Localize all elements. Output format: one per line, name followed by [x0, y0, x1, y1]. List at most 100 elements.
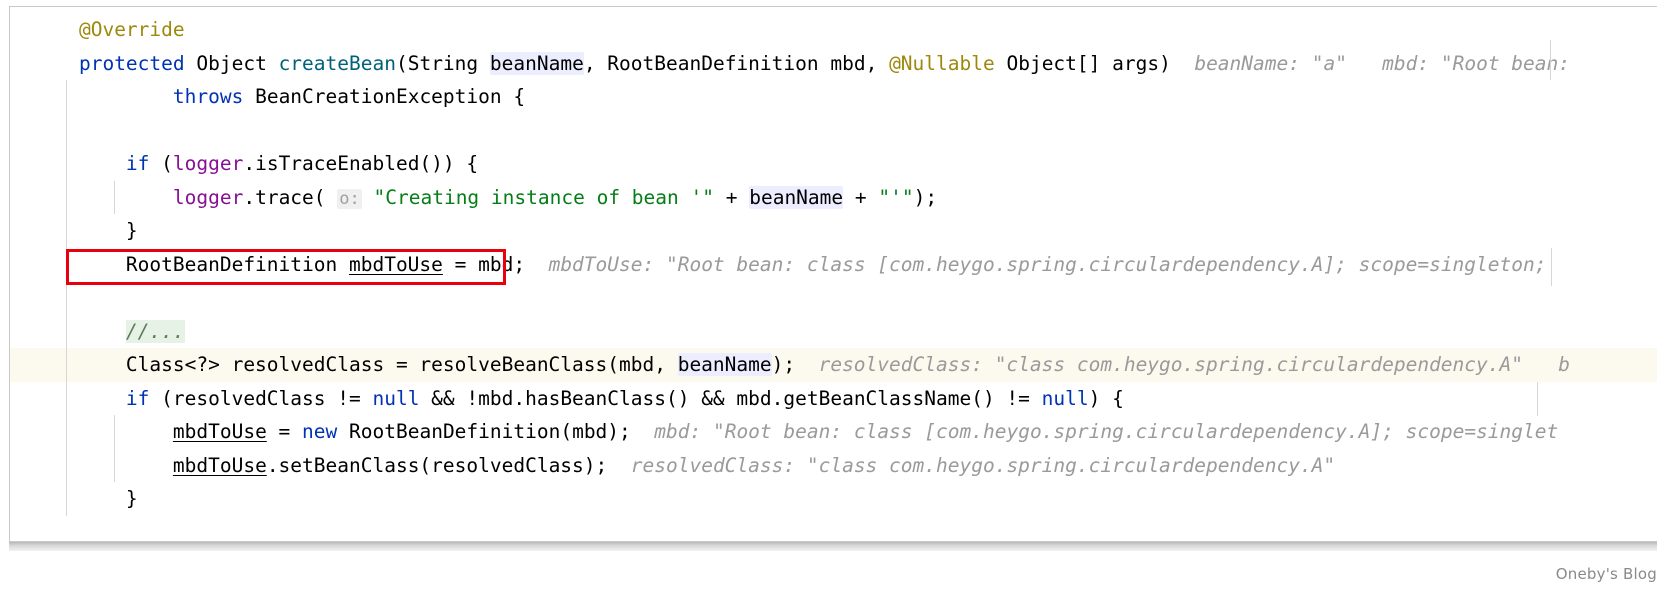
code-token: logger [172, 185, 244, 209]
code-token: ); [771, 353, 796, 376]
inlay-hint: mbdToUse: "Root bean: class [com.heygo.s… [525, 252, 1547, 276]
code-token: + [713, 185, 750, 209]
inlay-hint: resolvedClass: "class com.heygo.spring.c… [795, 353, 1570, 376]
code-token: "Creating instance of bean '" [373, 185, 714, 209]
code-token: = [266, 420, 303, 443]
indent-guide [66, 80, 67, 114]
code-token: } [32, 487, 138, 510]
code-token: mbdToUse [348, 252, 443, 276]
code-token: BeanCreationException { [243, 85, 526, 108]
watermark-label: Oneby's Blog [1555, 565, 1657, 583]
indent-guide-right-3 [1537, 382, 1538, 416]
code-line[interactable] [10, 281, 1657, 315]
code-token: Object[] args) [994, 51, 1171, 75]
code-line[interactable] [10, 113, 1657, 147]
code-token: protected [78, 51, 185, 75]
code-token: if [125, 152, 150, 175]
code-token: createBean [278, 51, 396, 75]
code-line[interactable]: throws BeanCreationException { [10, 80, 1657, 114]
code-token: .trace( [243, 185, 326, 209]
code-token: "'" [878, 185, 914, 209]
code-token: = mbd; [442, 252, 526, 276]
code-token: ) { [1088, 386, 1124, 410]
code-token: } [32, 219, 138, 242]
indent-guide-right-1 [1550, 40, 1551, 80]
code-line[interactable]: if (logger.isTraceEnabled()) { [10, 147, 1657, 181]
code-token: + [843, 185, 879, 209]
code-line[interactable]: Class<?> resolvedClass = resolveBeanClas… [10, 348, 1657, 382]
code-token: @Override [78, 18, 185, 41]
code-token: Class<?> resolvedClass = resolveBeanClas… [32, 353, 678, 376]
code-token: Object [184, 51, 279, 75]
code-token: (resolvedClass != [149, 386, 373, 410]
code-token: mbdToUse [172, 453, 267, 477]
code-token: , RootBeanDefinition mbd, [583, 51, 890, 75]
code-token: new [302, 420, 338, 443]
code-token: && !mbd.hasBeanClass() && mbd.getBeanCla… [419, 386, 1042, 410]
indent-guide [66, 348, 67, 382]
code-token: beanName [749, 185, 844, 209]
code-line[interactable]: } [10, 482, 1657, 516]
code-line[interactable]: mbdToUse.setBeanClass(resolvedClass); re… [10, 448, 1657, 482]
code-line[interactable]: @Override [10, 13, 1657, 47]
code-line[interactable]: RootBeanDefinition mbdToUse = mbd; mbdTo… [10, 247, 1657, 281]
code-token: beanName [489, 51, 584, 75]
code-token: throws [172, 85, 244, 108]
inlay-hint: mbd: "Root bean: class [com.heygo.spring… [630, 420, 1559, 443]
code-token: null [372, 386, 420, 410]
code-line[interactable]: protected Object createBean(String beanN… [10, 47, 1657, 81]
indent-guide [66, 448, 67, 482]
indent-guide [66, 180, 67, 214]
indent-guide [66, 113, 67, 147]
indent-guide [66, 314, 67, 348]
code-line[interactable]: logger.trace( o: "Creating instance of b… [10, 180, 1657, 214]
editor-panel[interactable]: @Override protected Object createBean(St… [9, 6, 1657, 542]
indent-guide-right-2 [1551, 248, 1552, 286]
code-token: .isTraceEnabled()) { [243, 152, 479, 175]
code-token: if [125, 386, 150, 410]
indent-guide [114, 180, 115, 214]
code-line[interactable]: if (resolvedClass != null && !mbd.hasBea… [10, 381, 1657, 415]
code-token: beanName [677, 353, 772, 376]
indent-guide [66, 381, 67, 415]
indent-guide [114, 415, 115, 449]
code-token: null [1041, 386, 1089, 410]
code-token: ( [149, 152, 173, 175]
indent-guide [66, 482, 67, 516]
code-line[interactable]: mbdToUse = new RootBeanDefinition(mbd); … [10, 415, 1657, 449]
indent-guide [66, 415, 67, 449]
code-token: (String [395, 51, 490, 75]
indent-guide [114, 448, 115, 482]
inlay-hint: beanName: "a" mbd: "Root bean: [1170, 51, 1571, 75]
code-token: mbdToUse [172, 420, 267, 443]
code-editor-window: @Override protected Object createBean(St… [0, 0, 1669, 593]
indent-guide [66, 147, 67, 181]
code-token: logger [172, 152, 244, 175]
code-line[interactable]: //... [10, 314, 1657, 348]
editor-bottom-shadow [9, 542, 1657, 551]
code-token: //... [125, 319, 185, 343]
code-text-area[interactable]: @Override protected Object createBean(St… [10, 7, 1657, 516]
code-token: @Nullable [889, 51, 995, 75]
code-line[interactable]: } [10, 214, 1657, 248]
code-token: RootBeanDefinition [32, 252, 349, 276]
code-token: o: [337, 188, 362, 209]
indent-guide [66, 247, 67, 281]
indent-guide [66, 214, 67, 248]
inlay-hint: resolvedClass: "class com.heygo.spring.c… [607, 453, 1336, 477]
code-token: ); [913, 185, 938, 209]
code-token: .setBeanClass(resolvedClass); [266, 453, 608, 477]
indent-guide [66, 281, 67, 315]
code-token: RootBeanDefinition(mbd); [337, 420, 631, 443]
